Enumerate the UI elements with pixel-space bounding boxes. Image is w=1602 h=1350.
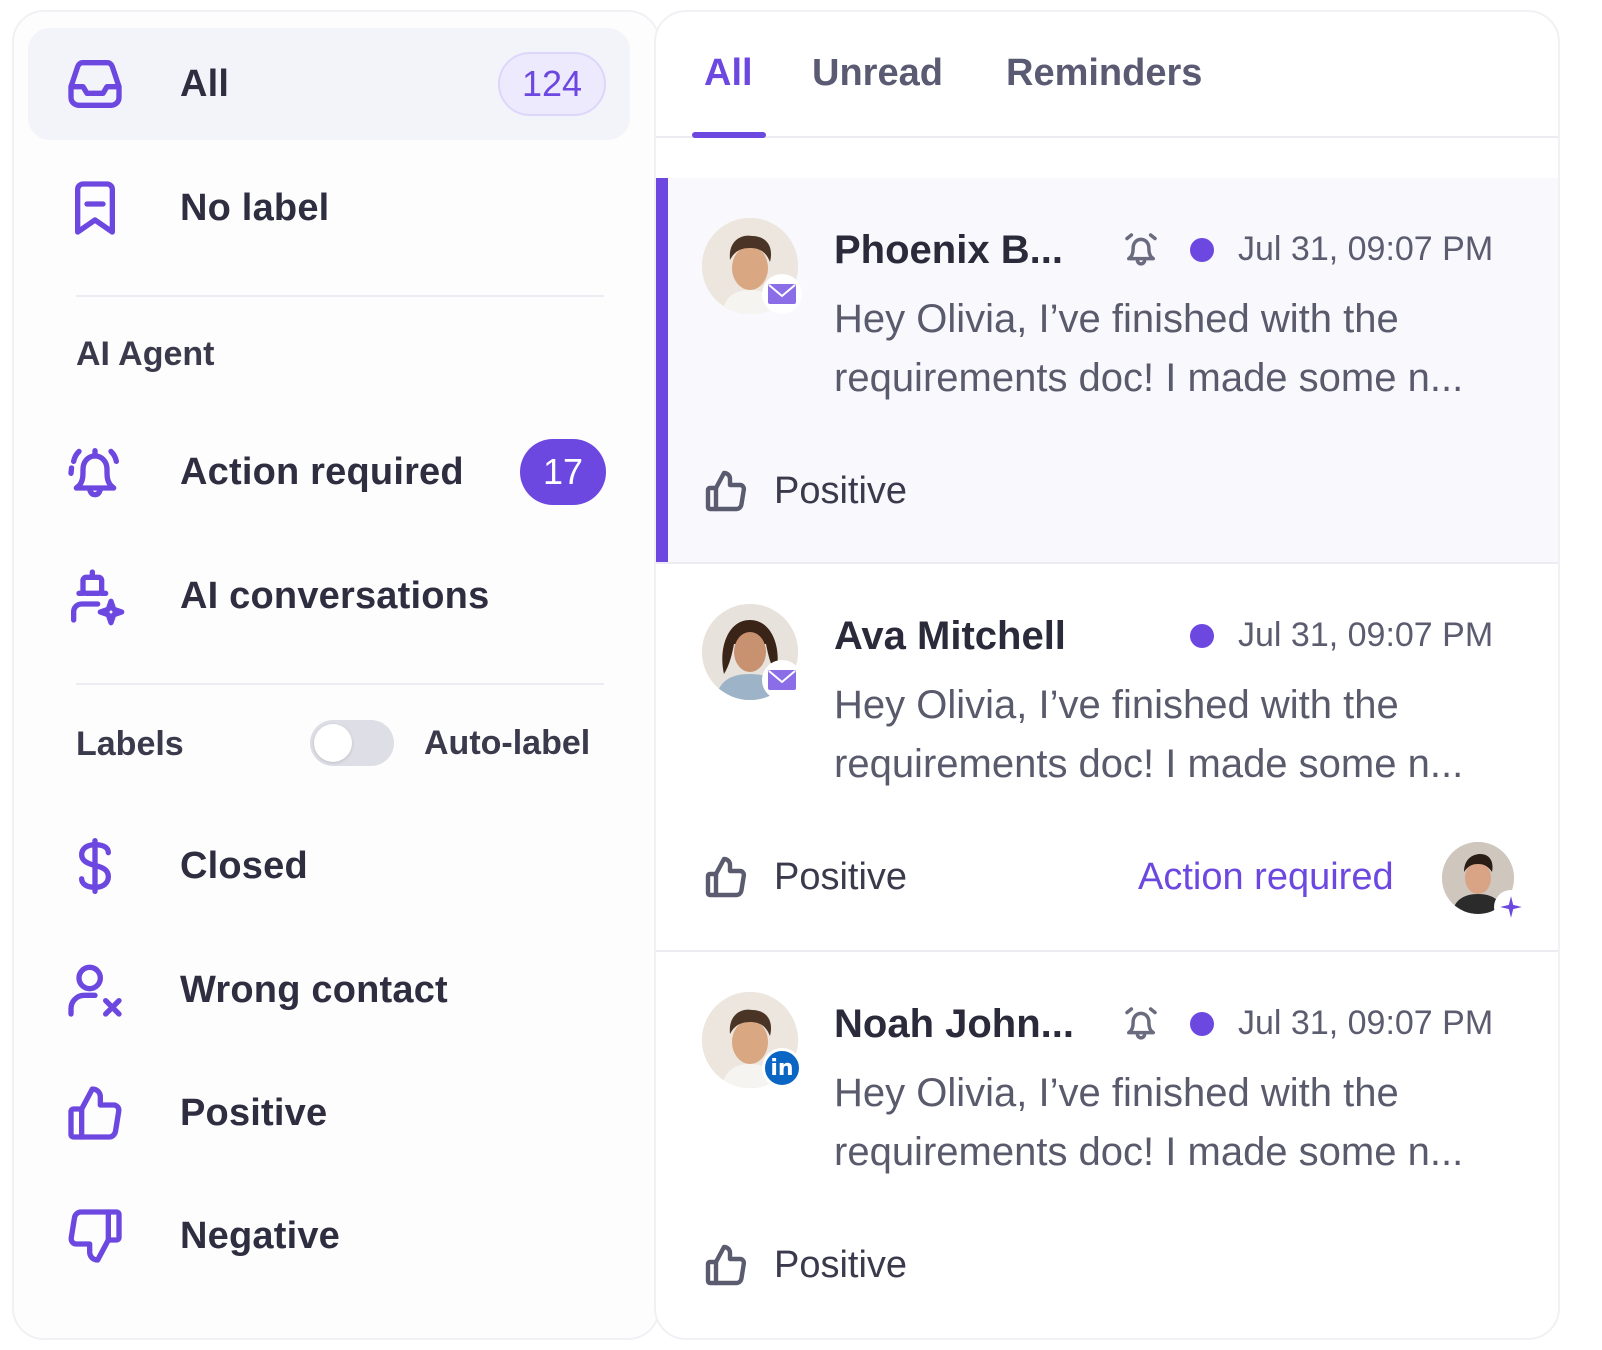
message-preview: Hey Olivia, I’ve finished with the requi…: [834, 683, 1464, 786]
sidebar: All 124 No label AI Agent Action require…: [12, 10, 660, 1340]
timestamp: Jul 31, 09:07 PM: [1238, 1004, 1494, 1042]
tab-bar: All Unread Reminders: [656, 12, 1558, 138]
sparkle-icon: [1494, 890, 1528, 924]
sidebar-item-no-label[interactable]: No label: [28, 152, 630, 264]
sentiment-label[interactable]: Positive: [702, 852, 907, 902]
timestamp: Jul 31, 09:07 PM: [1238, 616, 1494, 654]
tab-unread[interactable]: Unread: [812, 52, 943, 95]
conversation-item[interactable]: in Noah John... Jul 31, 09:07 PM Hey Oli…: [656, 952, 1558, 1338]
auto-label-toggle[interactable]: [310, 720, 394, 766]
divider: [76, 683, 604, 685]
conversation-panel: All Unread Reminders Phoenix B... Jul 31…: [654, 10, 1560, 1340]
thumbs-up-icon: [705, 470, 747, 512]
thumbs-up-icon: [705, 1244, 747, 1286]
tab-reminders[interactable]: Reminders: [1006, 52, 1202, 95]
dollar-icon: [62, 833, 128, 899]
linkedin-icon: in: [762, 1048, 802, 1088]
sidebar-item-label: Wrong contact: [180, 968, 448, 1011]
thumbs-up-icon: [705, 856, 747, 898]
sidebar-item-positive[interactable]: Positive: [28, 1057, 630, 1169]
email-icon: [762, 274, 802, 314]
divider: [76, 295, 604, 297]
sidebar-item-label: No label: [180, 186, 330, 229]
email-icon: [762, 660, 802, 700]
sidebar-item-all[interactable]: All 124: [28, 28, 630, 140]
thumbs-down-icon: [62, 1203, 128, 1269]
unread-dot: [1190, 1012, 1214, 1036]
sidebar-item-label: Action required: [180, 450, 464, 493]
sender-name: Phoenix B...: [834, 228, 1063, 272]
bookmark-icon: [62, 175, 128, 241]
message-preview: Hey Olivia, I’ve finished with the requi…: [834, 1071, 1464, 1174]
label-text: Positive: [774, 1243, 908, 1286]
sidebar-item-wrong-contact[interactable]: Wrong contact: [28, 934, 630, 1046]
section-title-ai-agent: AI Agent: [76, 335, 215, 373]
sidebar-item-label: Closed: [180, 844, 308, 887]
sender-name: Ava Mitchell: [834, 614, 1066, 658]
avatar: in: [702, 992, 802, 1088]
conversation-item[interactable]: Ava Mitchell Jul 31, 09:07 PM Hey Olivia…: [656, 564, 1558, 952]
robot-user-sparkle-icon: [62, 563, 128, 629]
sidebar-item-closed[interactable]: Closed: [28, 810, 630, 922]
timestamp: Jul 31, 09:07 PM: [1238, 230, 1494, 268]
auto-label-text: Auto-label: [424, 724, 591, 762]
sidebar-item-label: All: [180, 62, 230, 105]
section-title-labels: Labels: [76, 725, 184, 763]
label-text: Positive: [774, 855, 908, 898]
unread-dot: [1190, 624, 1214, 648]
reminder-bell-icon: [1120, 1002, 1162, 1044]
sidebar-item-negative[interactable]: Negative: [28, 1180, 630, 1292]
sender-name: Noah John...: [834, 1002, 1074, 1046]
thumbs-up-icon: [62, 1080, 128, 1146]
avatar: [702, 218, 802, 314]
label-text: Positive: [774, 469, 908, 512]
sentiment-label[interactable]: Positive: [702, 466, 907, 516]
sentiment-label[interactable]: Positive: [702, 1240, 907, 1290]
sidebar-item-ai-conversations[interactable]: AI conversations: [28, 540, 630, 652]
sidebar-item-label: Positive: [180, 1091, 328, 1134]
unread-dot: [1190, 238, 1214, 262]
avatar: [702, 604, 802, 700]
toggle-knob: [314, 724, 352, 762]
sidebar-item-action-required[interactable]: Action required 17: [28, 416, 630, 528]
message-preview: Hey Olivia, I’ve finished with the requi…: [834, 297, 1464, 400]
bell-ringing-icon: [62, 439, 128, 505]
active-tab-indicator: [692, 132, 766, 138]
sidebar-item-label: AI conversations: [180, 574, 490, 617]
reminder-bell-icon: [1120, 228, 1162, 270]
tab-all[interactable]: All: [704, 52, 753, 95]
sidebar-item-label: Negative: [180, 1214, 341, 1257]
user-x-icon: [62, 957, 128, 1023]
inbox-icon: [62, 51, 128, 117]
count-badge: 17: [520, 439, 606, 505]
conversation-item[interactable]: Phoenix B... Jul 31, 09:07 PM Hey Olivia…: [656, 178, 1558, 564]
action-required-label[interactable]: Action required: [1138, 856, 1394, 899]
count-badge: 124: [498, 52, 606, 116]
ai-agent-avatar: [1442, 842, 1528, 924]
